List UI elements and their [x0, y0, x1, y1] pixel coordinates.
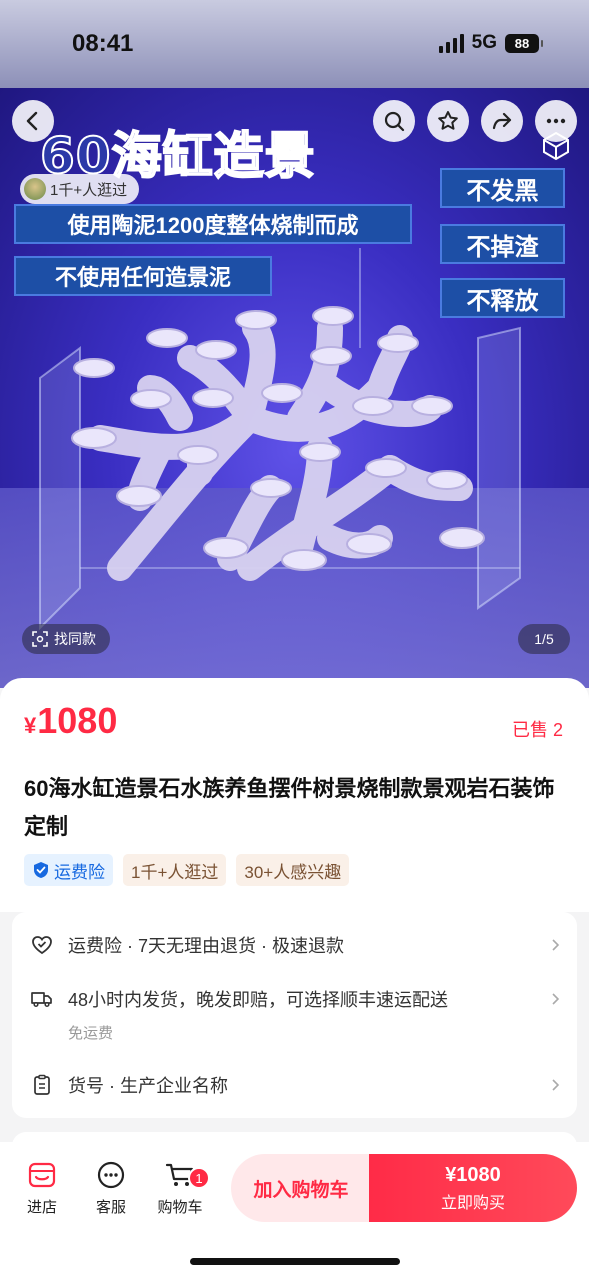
- tag-shipping-insurance[interactable]: 运费险: [24, 854, 113, 886]
- status-time: 08:41: [72, 30, 134, 57]
- price-amount: 1080: [37, 700, 118, 741]
- visitor-pill: 1千+人逛过: [20, 174, 140, 204]
- search-button[interactable]: [373, 100, 415, 142]
- add-to-cart-button[interactable]: 加入购物车: [231, 1154, 371, 1222]
- clipboard-icon: [34, 1074, 50, 1095]
- back-button[interactable]: [12, 100, 54, 142]
- product-title: 60海水缸造景石水族养鱼摆件树景烧制款景观岩石装饰定制: [24, 776, 555, 839]
- status-bar: 08:41 5G 88: [0, 0, 589, 88]
- guarantee-row[interactable]: 运费险 · 7天无理由退货 · 极速退款: [30, 932, 562, 958]
- shield-check-icon: [34, 862, 48, 878]
- buy-now-button[interactable]: ¥1080 立即购买: [369, 1154, 577, 1222]
- guarantee-text: 运费险 · 7天无理由退货 · 极速退款: [68, 936, 345, 956]
- cart-label: 购物车: [157, 1199, 203, 1216]
- chat-bubble-icon: [97, 1161, 125, 1189]
- visitor-avatar: [24, 178, 46, 200]
- params-row[interactable]: 货号 · 生产企业名称: [30, 1072, 562, 1098]
- service-card: 运费险 · 7天无理由退货 · 极速退款 48小时内发货，晚发即赔，可选择顺丰速…: [12, 912, 577, 1118]
- home-indicator[interactable]: [190, 1258, 400, 1265]
- signal-icon: [438, 33, 464, 53]
- product-info-card: ¥ 1080 已售 2 60海水缸造景石水族养鱼摆件树景烧制款景观岩石装饰定制 …: [0, 678, 589, 912]
- product-image-carousel[interactable]: 60海缸造景 使用陶泥1200度整体烧制而成 不使用任何造景泥 不发黑 不掉渣 …: [0, 88, 589, 688]
- truck-icon: [31, 992, 52, 1008]
- star-icon: [438, 111, 458, 130]
- shipping-text: 48小时内发货，晚发即赔，可选择顺丰速运配送: [68, 990, 449, 1010]
- scan-icon: [32, 631, 48, 647]
- currency-symbol: ¥: [24, 713, 37, 738]
- hero-badge-1: 不发黑: [440, 168, 565, 208]
- network-type: 5G: [471, 32, 497, 53]
- hero-badge-2: 不掉渣: [440, 224, 565, 264]
- hero-badge-3: 不释放: [440, 278, 565, 318]
- chevron-right-icon: [552, 939, 560, 951]
- store-button[interactable]: 进店: [17, 1160, 67, 1217]
- sold-count: 已售 2: [511, 720, 563, 740]
- 3d-view-icon[interactable]: [540, 130, 572, 162]
- tag-visits: 1千+人逛过: [123, 854, 227, 886]
- back-arrow-icon: [26, 111, 38, 131]
- buy-now-label: 立即购买: [440, 1194, 505, 1212]
- store-label: 进店: [26, 1199, 57, 1216]
- battery-icon: 88: [505, 33, 543, 53]
- chevron-right-icon: [552, 1079, 560, 1091]
- store-icon: [28, 1162, 56, 1188]
- share-icon: [492, 112, 512, 130]
- find-same-button[interactable]: 找同款: [22, 624, 110, 654]
- heart-shield-icon: [32, 936, 52, 955]
- hero-banner-material: 使用陶泥1200度整体烧制而成: [14, 204, 412, 244]
- customer-service-label: 客服: [95, 1199, 126, 1216]
- product-tags: 运费险 1千+人逛过 30+人感兴趣: [24, 854, 350, 886]
- status-indicators: 5G 88: [438, 32, 543, 54]
- image-page-indicator: 1/5: [518, 624, 570, 654]
- tag-insurance-label: 运费险: [54, 862, 105, 882]
- chevron-right-icon: [552, 993, 560, 1005]
- buy-now-price: ¥1080: [445, 1163, 501, 1186]
- cart-button[interactable]: 购物车 1: [155, 1160, 210, 1217]
- favorite-button[interactable]: [427, 100, 469, 142]
- params-text: 货号 · 生产企业名称: [68, 1076, 228, 1096]
- visitor-count: 1千+人逛过: [50, 181, 128, 199]
- search-icon: [384, 111, 405, 132]
- customer-service-button[interactable]: 客服: [86, 1160, 136, 1217]
- share-button[interactable]: [481, 100, 523, 142]
- cart-count-badge: 1: [188, 1167, 210, 1189]
- find-same-label: 找同款: [54, 631, 96, 647]
- free-shipping-text: 免运费: [68, 1025, 114, 1042]
- tag-interest: 30+人感兴趣: [236, 854, 350, 886]
- shipping-row[interactable]: 48小时内发货，晚发即赔，可选择顺丰速运配送: [30, 986, 562, 1012]
- product-price: ¥ 1080: [24, 700, 117, 742]
- hero-banner-no-clay: 不使用任何造景泥: [14, 256, 272, 296]
